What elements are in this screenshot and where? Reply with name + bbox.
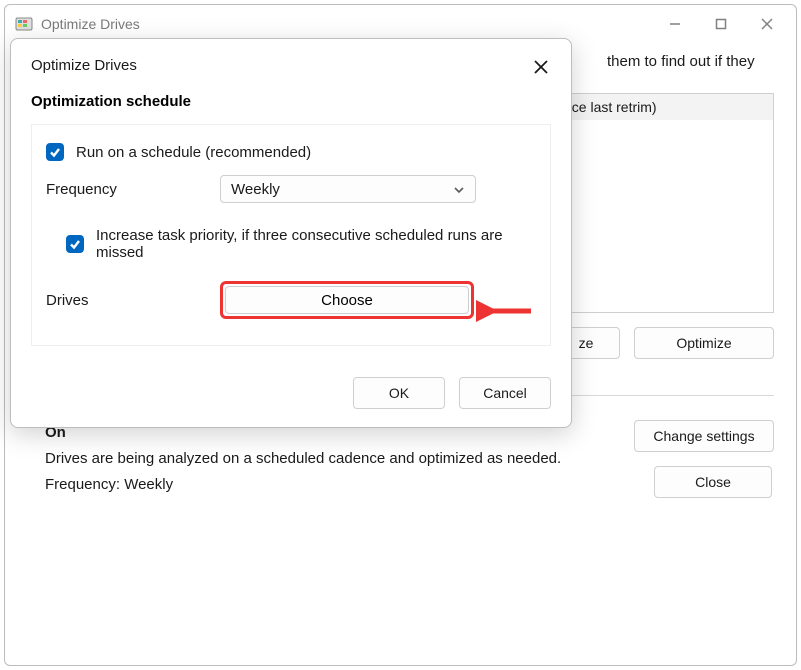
frequency-row: Frequency Weekly	[46, 175, 536, 203]
optimization-schedule-dialog: Optimize Drives Optimization schedule Ru…	[10, 38, 572, 428]
ok-button[interactable]: OK	[353, 377, 445, 409]
dialog-titlebar: Optimize Drives	[31, 57, 551, 77]
maximize-button[interactable]	[698, 9, 744, 39]
choose-button-highlight: Choose	[220, 281, 474, 319]
schedule-desc: Drives are being analyzed on a scheduled…	[45, 450, 561, 467]
run-on-schedule-checkbox[interactable]	[46, 143, 64, 161]
check-icon	[49, 146, 61, 158]
app-icon	[15, 15, 33, 33]
increase-priority-checkbox[interactable]	[66, 235, 84, 253]
dialog-heading: Optimization schedule	[31, 93, 551, 110]
drives-row: Drives Choose	[46, 281, 536, 319]
dialog-title: Optimize Drives	[31, 57, 531, 74]
check-icon	[69, 238, 81, 250]
window-title: Optimize Drives	[41, 16, 652, 32]
minimize-button[interactable]	[652, 9, 698, 39]
drives-label: Drives	[46, 292, 220, 309]
choose-button[interactable]: Choose	[225, 286, 469, 314]
dialog-close-button[interactable]	[531, 57, 551, 77]
optimize-button[interactable]: Optimize	[634, 327, 774, 359]
change-settings-button[interactable]: Change settings	[634, 420, 774, 452]
window-controls	[652, 9, 790, 39]
schedule-options-box: Run on a schedule (recommended) Frequenc…	[31, 124, 551, 346]
close-button[interactable]: Close	[654, 466, 772, 498]
frequency-select[interactable]: Weekly	[220, 175, 476, 203]
close-icon	[534, 60, 548, 74]
run-on-schedule-label: Run on a schedule (recommended)	[76, 144, 311, 161]
frequency-label: Frequency	[46, 181, 220, 198]
window-footer: Close	[654, 466, 772, 498]
increase-priority-label: Increase task priority, if three consecu…	[96, 227, 536, 261]
schedule-freq: Frequency: Weekly	[45, 476, 173, 493]
frequency-value: Weekly	[231, 181, 280, 198]
schedule-text: On Drives are being analyzed on a schedu…	[45, 420, 561, 498]
close-window-button[interactable]	[744, 9, 790, 39]
cancel-button[interactable]: Cancel	[459, 377, 551, 409]
increase-priority-row: Increase task priority, if three consecu…	[46, 227, 536, 261]
dialog-footer: OK Cancel	[31, 353, 551, 409]
chevron-down-icon	[453, 183, 465, 195]
run-on-schedule-row: Run on a schedule (recommended)	[46, 143, 536, 161]
